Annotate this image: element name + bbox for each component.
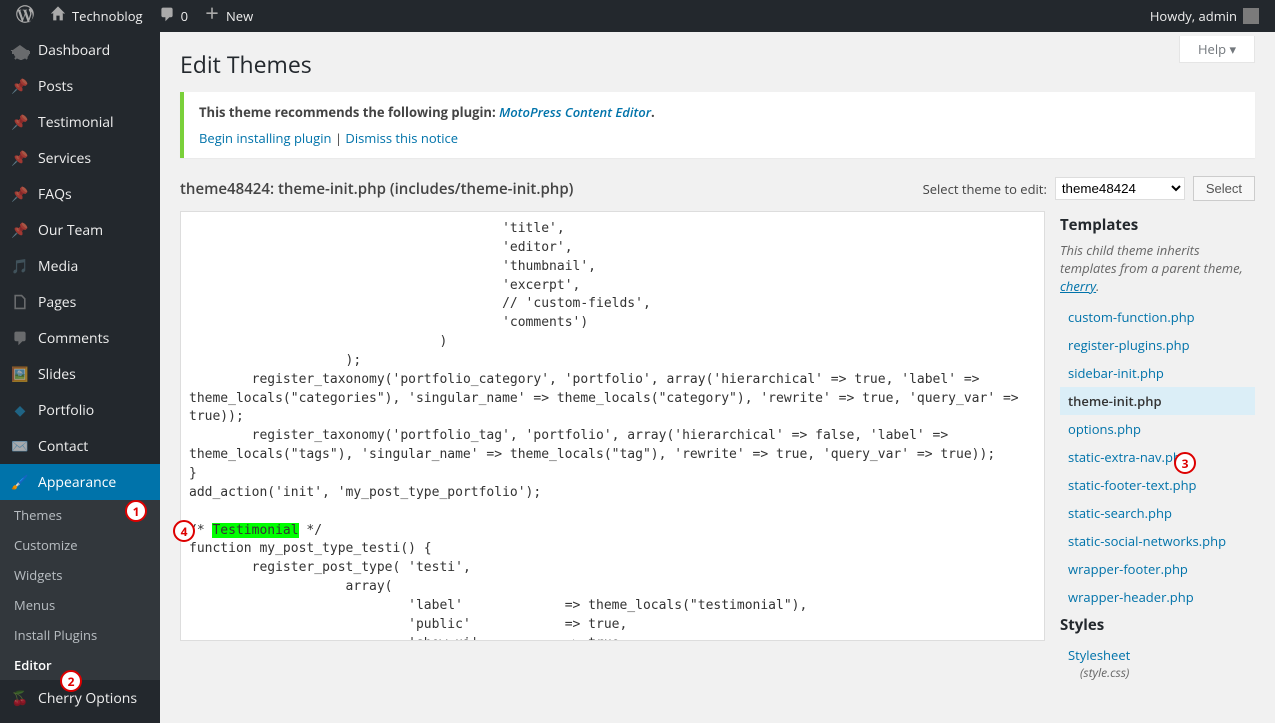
submenu-customize[interactable]: Customize: [0, 530, 160, 560]
menu-media[interactable]: 🎵Media: [0, 248, 160, 284]
template-file[interactable]: custom-function.php: [1060, 303, 1255, 331]
menu-appearance[interactable]: 🖌️Appearance: [0, 464, 160, 500]
new-content[interactable]: New: [196, 0, 261, 32]
admin-menu: Dashboard 📌Posts 📌Testimonial 📌Services …: [0, 32, 160, 723]
menu-testimonial[interactable]: 📌Testimonial: [0, 104, 160, 140]
menu-dashboard[interactable]: Dashboard: [0, 32, 160, 68]
speech-bubble-icon: [159, 6, 175, 26]
menu-services[interactable]: 📌Services: [0, 140, 160, 176]
menu-posts[interactable]: 📌Posts: [0, 68, 160, 104]
stylesheet-file[interactable]: Stylesheet(style.css): [1060, 641, 1255, 686]
submenu-widgets[interactable]: Widgets: [0, 560, 160, 590]
wp-logo[interactable]: [8, 0, 42, 32]
my-account[interactable]: Howdy, admin: [1142, 0, 1267, 32]
menu-cherry-options[interactable]: 🍒Cherry Options: [0, 680, 160, 716]
pin-icon: 📌: [10, 76, 30, 96]
menu-faqs[interactable]: 📌FAQs: [0, 176, 160, 212]
code-editor[interactable]: 'title', 'editor', 'thumbnail', 'excerpt…: [180, 211, 1045, 641]
template-file[interactable]: register-plugins.php: [1060, 331, 1255, 359]
cherry-icon: 🍒: [10, 688, 30, 708]
comments-count[interactable]: 0: [151, 0, 196, 32]
dismiss-link[interactable]: Dismiss this notice: [345, 129, 458, 147]
plugin-notice: This theme recommends the following plug…: [180, 92, 1255, 158]
highlighted-text: Testimonial: [212, 523, 298, 538]
slides-icon: 🖼️: [10, 364, 30, 384]
comment-icon: [10, 328, 30, 348]
select-button[interactable]: Select: [1193, 176, 1255, 201]
file-edit-header: theme48424: theme-init.php (includes/the…: [180, 176, 1255, 201]
site-name[interactable]: Technoblog: [42, 0, 151, 32]
portfolio-icon: ◆: [10, 400, 30, 420]
brush-icon: 🖌️: [10, 472, 30, 492]
begin-install-link[interactable]: Begin installing plugin: [199, 129, 331, 147]
styles-heading: Styles: [1060, 615, 1255, 635]
wordpress-icon: [16, 5, 34, 27]
select-theme-label: Select theme to edit:: [923, 180, 1047, 198]
admin-bar: Technoblog 0 New Howdy, admin: [0, 0, 1275, 32]
avatar-icon: [1243, 8, 1259, 24]
plus-icon: [204, 6, 220, 26]
template-file[interactable]: static-footer-text.php: [1060, 471, 1255, 499]
help-tab[interactable]: Help ▾: [1179, 36, 1255, 63]
notice-sep: |: [331, 129, 345, 147]
template-file-current[interactable]: theme-init.php: [1060, 387, 1255, 415]
new-label: New: [226, 7, 253, 25]
menu-portfolio[interactable]: ◆Portfolio: [0, 392, 160, 428]
template-file[interactable]: static-social-networks.php: [1060, 527, 1255, 555]
howdy-text: Howdy, admin: [1150, 7, 1237, 25]
site-label: Technoblog: [72, 7, 143, 25]
templates-sidebar: Templates This child theme inherits temp…: [1060, 211, 1255, 686]
template-file[interactable]: options.php: [1060, 415, 1255, 443]
menu-ourteam[interactable]: 📌Our Team: [0, 212, 160, 248]
page-title: Edit Themes: [180, 48, 1255, 80]
submenu-menus[interactable]: Menus: [0, 590, 160, 620]
home-icon: [50, 6, 66, 26]
comments-number: 0: [181, 7, 188, 25]
pin-icon: 📌: [10, 112, 30, 132]
parent-theme-link[interactable]: cherry: [1060, 277, 1096, 295]
template-file[interactable]: sidebar-init.php: [1060, 359, 1255, 387]
theme-select[interactable]: theme48424: [1055, 177, 1185, 200]
menu-slides[interactable]: 🖼️Slides: [0, 356, 160, 392]
page-icon: [10, 292, 30, 312]
menu-pages[interactable]: Pages: [0, 284, 160, 320]
pin-icon: 📌: [10, 220, 30, 240]
appearance-submenu: Themes Customize Widgets Menus Install P…: [0, 500, 160, 680]
dashboard-icon: [10, 40, 30, 60]
templates-desc: This child theme inherits templates from…: [1060, 241, 1255, 295]
main-content: Help ▾ Edit Themes This theme recommends…: [160, 32, 1275, 723]
template-file[interactable]: static-search.php: [1060, 499, 1255, 527]
menu-contact[interactable]: ✉️Contact: [0, 428, 160, 464]
current-file: theme48424: theme-init.php (includes/the…: [180, 179, 573, 199]
envelope-icon: ✉️: [10, 436, 30, 456]
template-file[interactable]: wrapper-header.php: [1060, 583, 1255, 611]
notice-text: This theme recommends the following plug…: [199, 103, 499, 121]
template-file[interactable]: static-extra-nav.php: [1060, 443, 1255, 471]
template-editor-wrap: 'title', 'editor', 'thumbnail', 'excerpt…: [180, 211, 1045, 641]
pin-icon: 📌: [10, 184, 30, 204]
template-file[interactable]: wrapper-footer.php: [1060, 555, 1255, 583]
plugin-link[interactable]: MotoPress Content Editor: [499, 103, 651, 121]
media-icon: 🎵: [10, 256, 30, 276]
templates-heading: Templates: [1060, 215, 1255, 235]
submenu-editor[interactable]: Editor: [0, 650, 160, 680]
submenu-install-plugins[interactable]: Install Plugins: [0, 620, 160, 650]
pin-icon: 📌: [10, 148, 30, 168]
submenu-themes[interactable]: Themes: [0, 500, 160, 530]
menu-comments[interactable]: Comments: [0, 320, 160, 356]
